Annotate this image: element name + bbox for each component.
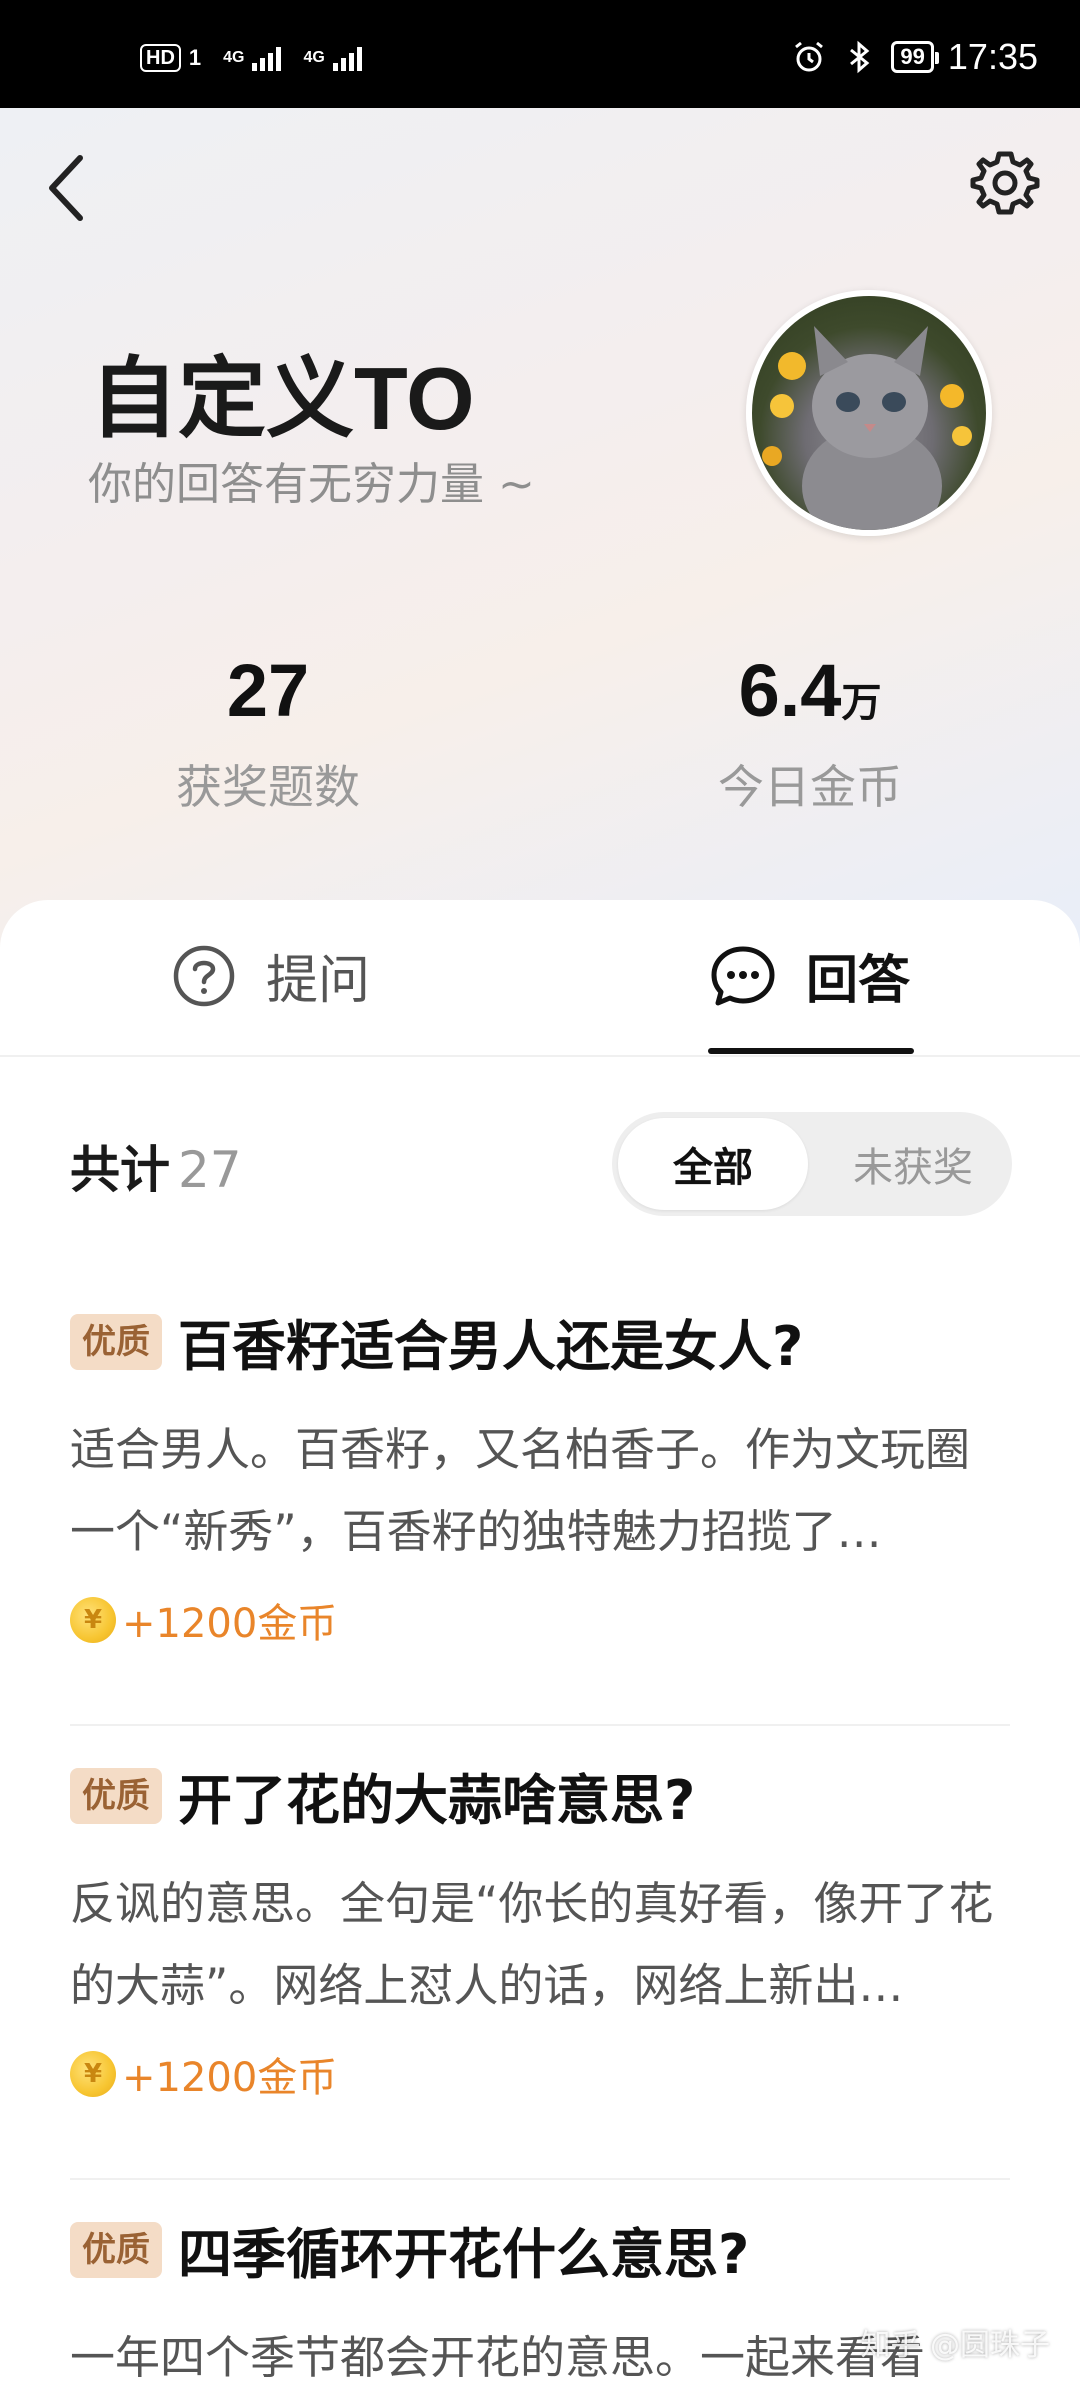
stat-value: 6.4万 [738,649,882,732]
signal-icon [332,45,362,71]
gear-icon [970,151,1040,215]
kitten-avatar [762,326,972,530]
profile-tagline: 你的回答有无穷力量 ~ [88,459,535,510]
stat-today-coins: 6.4万 今日金币 [660,648,960,817]
item-title: 百香籽适合男人还是女人? [178,1315,804,1378]
quality-badge: 优质 [70,2221,162,2278]
coin-icon: ¥ [70,1597,116,1643]
quality-badge: 优质 [70,1313,162,1370]
question-circle-icon [173,945,235,1006]
filter-unawarded-button[interactable]: 未获奖 [818,1118,1008,1210]
quality-badge: 优质 [70,1767,162,1824]
bluetooth-icon [850,40,870,74]
item-title-row: 优质 开了花的大蒜啥意思? [70,1756,1010,1835]
filter-all-button[interactable]: 全部 [618,1118,808,1210]
network-type-2: 4G [303,49,325,66]
item-title: 四季循环开花什么意思? [178,2223,750,2286]
answer-list-item[interactable]: 优质 百香籽适合男人还是女人? 适合男人。百香籽，又名柏香子。作为文玩圈一个“新… [70,1302,1010,1649]
tab-divider [0,1055,1080,1057]
answer-list-item[interactable]: 优质 开了花的大蒜啥意思? 反讽的意思。全句是“你长的真好看，像开了花的大蒜”。… [70,1756,1010,2103]
status-bar: HD 1 4G 4G 99 17:35 [0,0,1080,108]
item-title-row: 优质 四季循环开花什么意思? [70,2210,1010,2289]
clock: 17:35 [947,36,1038,77]
tab-question[interactable]: 提问 [172,938,370,1013]
item-divider [70,1724,1010,1726]
profile-header: 自定义TO 你的回答有无穷力量 ~ 27 获奖题数 6.4万 今日金币 [0,108,1080,968]
content-card: 提问 回答 共计 27 全部 未获奖 优质 百香籽适合男人还是女人? 适合男人。百… [0,900,1080,2400]
sim-indicator: 1 [188,45,202,70]
reward-text: +1200金币 [122,1601,338,1647]
profile-name: 自定义TO [90,349,475,448]
signal-icon [252,45,282,71]
coin-icon: ¥ [70,2051,116,2097]
status-right: 99 17:35 [791,36,1038,78]
tab-label: 提问 [266,951,371,1011]
total-count: 共计 27 [70,1130,242,1202]
alarm-icon [795,41,824,72]
answer-list-item[interactable]: 优质 四季循环开花什么意思? 一年四个季节都会开花的意思。一起来看看 [70,2210,1010,2400]
award-filter: 全部 未获奖 [612,1112,1012,1216]
item-excerpt: 反讽的意思。全句是“你长的真好看，像开了花的大蒜”。网络上怼人的话，网络上新出… [70,1877,994,2012]
stat-awarded-questions: 27 获奖题数 [118,648,418,817]
chevron-left-icon [49,155,83,221]
stat-label: 获奖题数 [176,760,360,814]
chat-bubble-icon [711,946,775,1005]
watermark: 知乎 @圆珠子 [860,2328,1050,2363]
status-left: HD 1 4G 4G [140,44,362,72]
item-reward: ¥ +1200金币 [70,2045,1010,2103]
item-excerpt: 适合男人。百香籽，又名柏香子。作为文玩圈一个“新秀”，百香籽的独特魅力招揽了… [70,1423,971,1558]
hd-indicator: HD [140,44,181,72]
tab-label: 回答 [806,951,911,1011]
network-type-1: 4G [223,49,245,66]
settings-button[interactable] [970,148,1040,218]
active-tab-indicator [708,1048,914,1054]
stat-label: 今日金币 [718,760,902,814]
avatar[interactable] [746,290,992,536]
tab-answer[interactable]: 回答 [710,938,910,1013]
back-button[interactable] [40,148,100,228]
battery-indicator: 99 [891,41,940,73]
total-value: 27 [178,1141,242,1199]
stat-value: 27 [226,649,310,732]
total-label: 共计 [70,1141,170,1199]
item-divider [70,2178,1010,2180]
reward-text: +1200金币 [122,2055,338,2101]
item-title: 开了花的大蒜啥意思? [178,1769,696,1832]
item-title-row: 优质 百香籽适合男人还是女人? [70,1302,1010,1381]
item-reward: ¥ +1200金币 [70,1591,1010,1649]
